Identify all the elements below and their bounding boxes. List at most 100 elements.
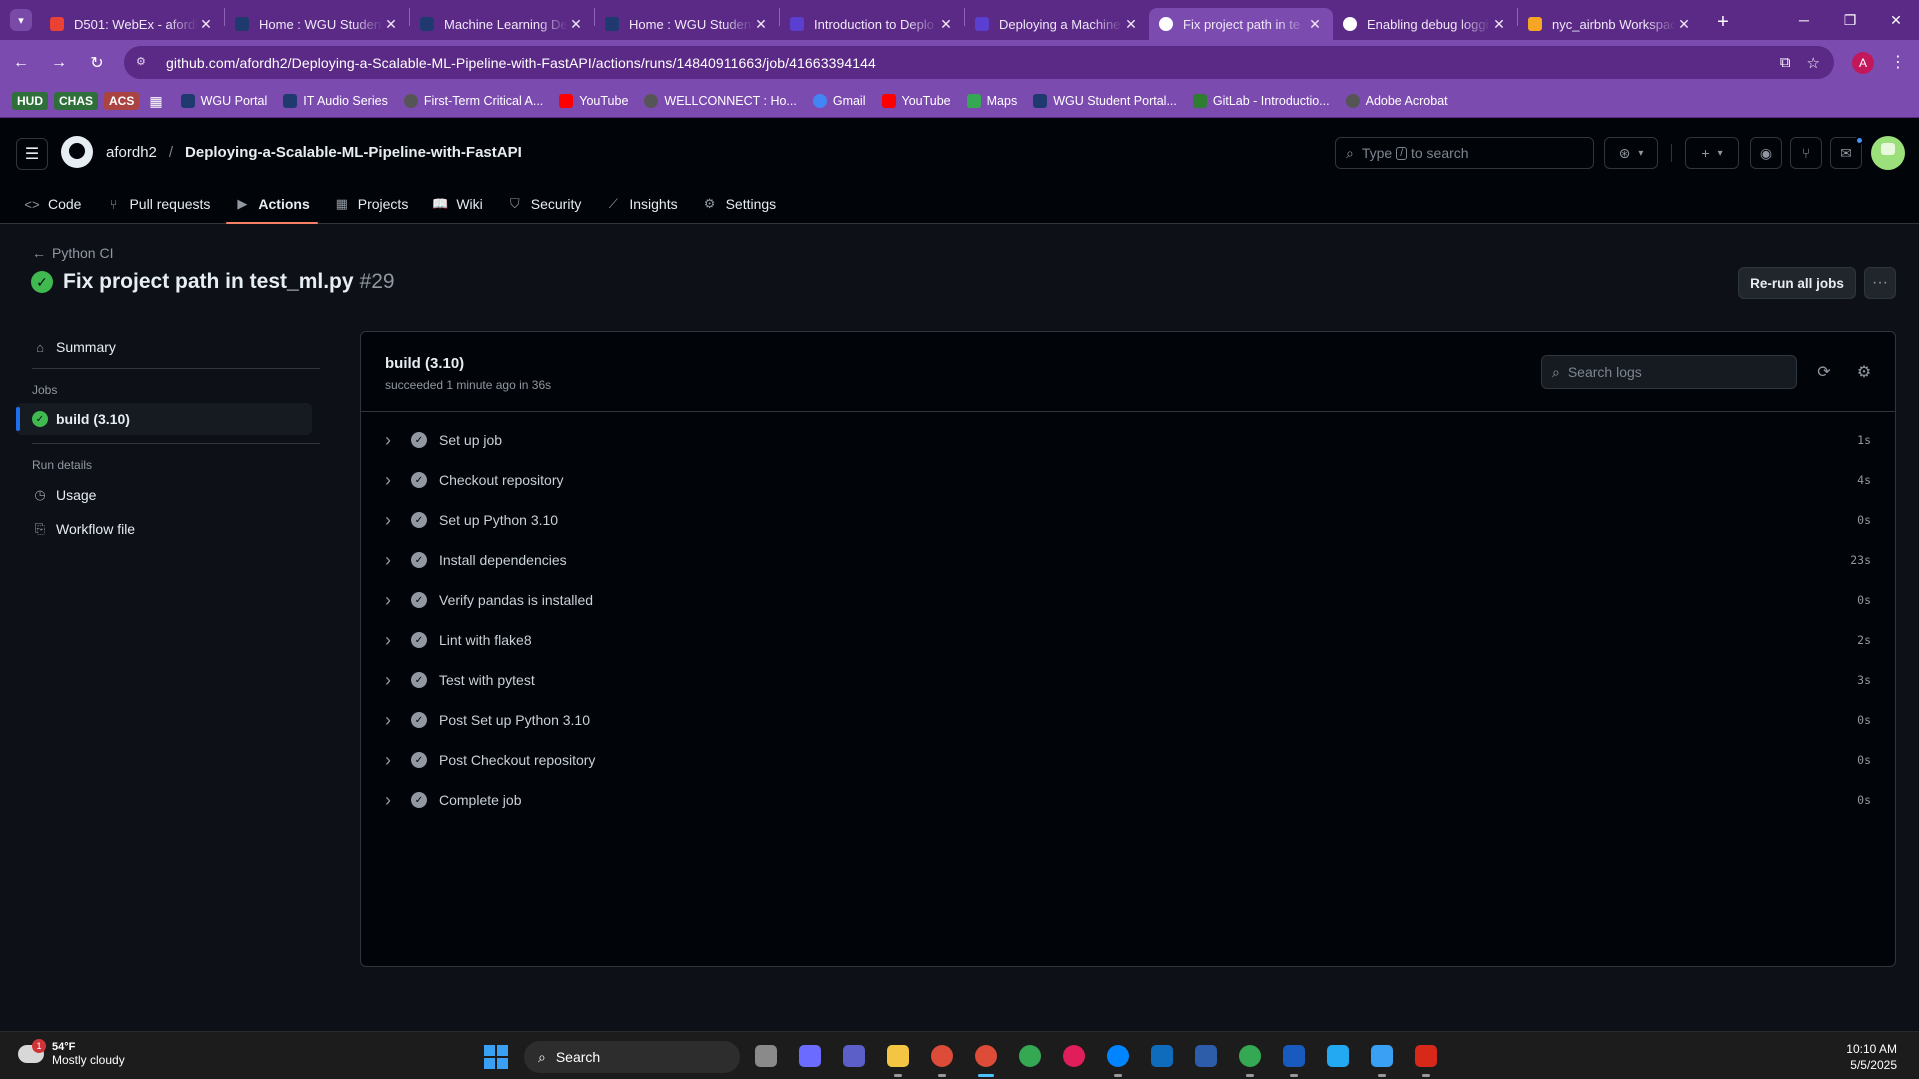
- minimize-icon[interactable]: ─: [1781, 0, 1827, 40]
- folder-icon[interactable]: [882, 1040, 914, 1077]
- browser-tab[interactable]: D501: WebEx - afordh ✕: [40, 8, 224, 40]
- acrobat-icon[interactable]: [1410, 1040, 1442, 1077]
- tab-insights[interactable]: ⟋ Insights: [597, 184, 685, 224]
- vscode-icon[interactable]: [1322, 1040, 1354, 1072]
- global-search-input[interactable]: ⌕ Type / to search: [1335, 137, 1594, 169]
- teams-icon[interactable]: [838, 1040, 870, 1072]
- notepad-icon[interactable]: [1366, 1040, 1398, 1077]
- windows-start-icon[interactable]: [484, 1045, 508, 1069]
- workflow-back-link[interactable]: ← Python CI: [32, 245, 113, 261]
- bookmark-item[interactable]: WELLCONNECT : Ho...: [644, 94, 797, 108]
- bookmark-item[interactable]: Gmail: [812, 94, 866, 108]
- bookmark-chip[interactable]: CHAS: [54, 92, 99, 110]
- copilot-icon[interactable]: [794, 1040, 826, 1072]
- chevron-right-icon[interactable]: ›: [385, 750, 399, 771]
- job-step-row[interactable]: › ✓ Checkout repository 4s: [361, 460, 1895, 500]
- chevron-right-icon[interactable]: ›: [385, 510, 399, 531]
- outlook-icon[interactable]: [1146, 1040, 1178, 1072]
- sidebar-item-job[interactable]: ✓ build (3.10): [16, 403, 312, 435]
- tab-projects[interactable]: ▦ Projects: [326, 184, 417, 224]
- github-logo-icon[interactable]: [61, 136, 93, 168]
- slack-icon[interactable]: [1058, 1040, 1090, 1072]
- taskbar-search[interactable]: ⌕ Search: [524, 1041, 740, 1073]
- pull-requests-button[interactable]: ⑂: [1790, 137, 1822, 169]
- close-tab-icon[interactable]: ✕: [1123, 16, 1139, 33]
- tab-security[interactable]: ⛉ Security: [499, 184, 590, 224]
- sidebar-item-workflow-file[interactable]: ⎘ Workflow file: [16, 512, 320, 546]
- word-icon[interactable]: [1278, 1040, 1310, 1077]
- weather-widget[interactable]: 1 54°F Mostly cloudy: [18, 1039, 125, 1067]
- close-tab-icon[interactable]: ✕: [1307, 16, 1323, 33]
- close-tab-icon[interactable]: ✕: [938, 16, 954, 33]
- bookmark-item[interactable]: WGU Student Portal...: [1033, 94, 1177, 108]
- install-app-icon[interactable]: ⧉: [1780, 54, 1791, 71]
- sidebar-item-usage[interactable]: ◷ Usage: [16, 478, 320, 512]
- bookmark-item[interactable]: Maps: [966, 94, 1017, 108]
- restore-icon[interactable]: ❐: [1827, 0, 1873, 40]
- repo-owner-link[interactable]: afordh2: [106, 144, 157, 161]
- bookmark-chip[interactable]: HUD: [12, 92, 48, 110]
- chevron-right-icon[interactable]: ›: [385, 790, 399, 811]
- chevron-right-icon[interactable]: ›: [385, 470, 399, 491]
- forward-icon[interactable]: →: [42, 46, 76, 80]
- bookmark-item[interactable]: WGU Portal: [180, 94, 267, 108]
- bookmark-item[interactable]: First-Term Critical A...: [403, 94, 543, 108]
- back-icon[interactable]: ←: [4, 46, 38, 80]
- close-tab-icon[interactable]: ✕: [753, 16, 769, 33]
- file-explorer-view-icon[interactable]: [750, 1040, 782, 1072]
- apps-grid-icon[interactable]: ▦: [149, 93, 162, 110]
- chevron-right-icon[interactable]: ›: [385, 590, 399, 611]
- job-step-row[interactable]: › ✓ Lint with flake8 2s: [361, 620, 1895, 660]
- menu-icon[interactable]: ☰: [16, 138, 48, 170]
- reload-icon[interactable]: ↻: [80, 46, 114, 80]
- tab-pull-requests[interactable]: ⑂ Pull requests: [97, 184, 218, 224]
- bookmark-star-icon[interactable]: ☆: [1807, 54, 1820, 72]
- tab-settings[interactable]: ⚙ Settings: [694, 184, 785, 224]
- chevron-right-icon[interactable]: ›: [385, 670, 399, 691]
- tab-wiki[interactable]: 📖 Wiki: [424, 184, 490, 224]
- close-tab-icon[interactable]: ✕: [1491, 16, 1507, 33]
- job-step-row[interactable]: › ✓ Complete job 0s: [361, 780, 1895, 820]
- url-text[interactable]: github.com/afordh2/Deploying-a-Scalable-…: [166, 55, 1780, 71]
- refresh-icon[interactable]: ⟳: [1812, 360, 1836, 384]
- gear-icon[interactable]: ⚙: [1852, 360, 1876, 384]
- sidebar-item-summary[interactable]: ⌂ Summary: [16, 330, 320, 364]
- browser-tab[interactable]: Deploying a Machine ✕: [965, 8, 1149, 40]
- chrome-icon[interactable]: [1234, 1040, 1266, 1077]
- remote-desktop-icon[interactable]: [1190, 1040, 1222, 1072]
- chevron-right-icon[interactable]: ›: [385, 550, 399, 571]
- job-step-row[interactable]: › ✓ Test with pytest 3s: [361, 660, 1895, 700]
- browser-tab[interactable]: Enabling debug loggi ✕: [1333, 8, 1517, 40]
- site-info-icon[interactable]: ⚙: [136, 55, 152, 71]
- url-bar[interactable]: ⚙ github.com/afordh2/Deploying-a-Scalabl…: [124, 46, 1834, 79]
- workflow-name[interactable]: Python CI: [52, 245, 113, 261]
- issues-button[interactable]: ◉: [1750, 137, 1782, 169]
- close-tab-icon[interactable]: ✕: [568, 16, 584, 33]
- search-logs-input[interactable]: ⌕ Search logs: [1541, 355, 1797, 389]
- browser-tab[interactable]: nyc_airbnb Workspac ✕: [1518, 8, 1702, 40]
- tab-code[interactable]: <> Code: [16, 184, 89, 224]
- repo-name-link[interactable]: Deploying-a-Scalable-ML-Pipeline-with-Fa…: [185, 144, 522, 161]
- new-tab-button[interactable]: +: [1708, 11, 1738, 34]
- chrome-icon[interactable]: [1014, 1040, 1046, 1072]
- chevron-right-icon[interactable]: ›: [385, 430, 399, 451]
- browser-tab[interactable]: Home : WGU Student ✕: [225, 8, 409, 40]
- close-tab-icon[interactable]: ✕: [1676, 16, 1692, 33]
- create-new-button[interactable]: + ▾: [1685, 137, 1739, 169]
- browser-tab[interactable]: Fix project path in te ✕: [1149, 8, 1333, 40]
- bookmark-item[interactable]: Adobe Acrobat: [1345, 94, 1448, 108]
- bookmark-item[interactable]: YouTube: [559, 94, 628, 108]
- job-step-row[interactable]: › ✓ Post Set up Python 3.10 0s: [361, 700, 1895, 740]
- kebab-horizontal-icon[interactable]: ···: [1864, 267, 1896, 299]
- rerun-all-jobs-button[interactable]: Re-run all jobs: [1738, 267, 1856, 299]
- copilot-button[interactable]: ⊛ ▾: [1604, 137, 1658, 169]
- system-clock[interactable]: 10:10 AM 5/5/2025: [1846, 1041, 1897, 1073]
- browser-tab[interactable]: Machine Learning De ✕: [410, 8, 594, 40]
- tab-search-icon[interactable]: ▾: [10, 9, 32, 31]
- browser-tab[interactable]: Introduction to Deplo ✕: [780, 8, 964, 40]
- bookmark-item[interactable]: IT Audio Series: [283, 94, 388, 108]
- close-tab-icon[interactable]: ✕: [383, 16, 399, 33]
- bookmark-item[interactable]: GitLab - Introductio...: [1192, 94, 1330, 108]
- job-step-row[interactable]: › ✓ Set up job 1s: [361, 420, 1895, 460]
- chevron-right-icon[interactable]: ›: [385, 630, 399, 651]
